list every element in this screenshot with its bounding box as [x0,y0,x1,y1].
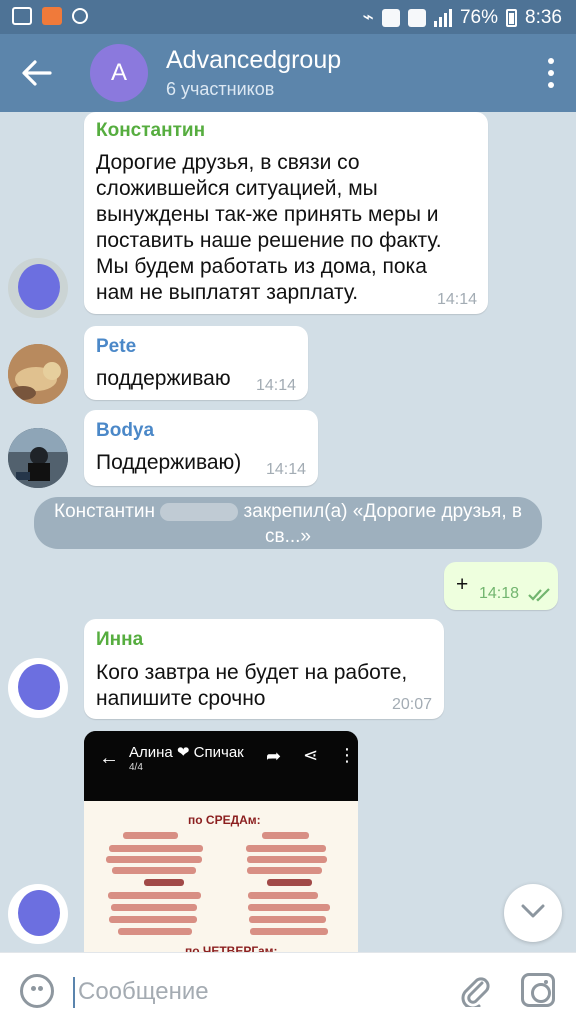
back-arrow-icon: ← [99,747,119,769]
menu-line [249,916,326,923]
camera-icon[interactable] [521,973,555,1007]
menu-line [109,845,203,852]
chevron-down-icon [521,904,545,918]
system-indicators: ⌁ 76% 8:36 [363,6,562,29]
message-text: Кого завтра не будет на работе, напишите… [96,661,408,710]
menu-line [247,856,327,863]
menu-line [248,904,330,911]
message-input[interactable]: Сообщение [78,978,209,1006]
status-time: 8:36 [525,6,562,28]
sender-name: Pete [96,336,137,357]
read-receipt-icon [528,588,550,602]
message-bubble[interactable]: Bodya Поддерживаю) 14:14 [84,410,318,486]
menu-line [250,928,328,935]
menu-line [267,879,312,886]
image-author: Алина ❤ Спичак [129,744,244,761]
sender-name: Bodya [96,420,155,441]
menu-line [248,892,318,899]
menu-line [108,892,201,899]
message-time: 20:07 [392,696,433,713]
odnoklassniki-icon [42,7,62,25]
signal-icon [433,8,452,27]
person-photo-icon [8,428,68,488]
menu-line [123,832,178,839]
avatar[interactable] [8,428,68,488]
message-text: Дорогие друзья, в связи со сложившейся с… [96,151,442,304]
menu-line [106,856,202,863]
message-time: 14:14 [266,461,307,478]
pinned-message-notice[interactable]: Константин закрепил(а) «Дорогие друзья, … [34,497,542,549]
sim-icon [407,8,426,27]
sync-icon [72,8,88,24]
battery-percent: 76% [459,6,499,28]
system-text: закрепил(а) «Дорогие друзья, в св...» [243,501,522,547]
message-text: + [456,573,469,596]
status-bar: ⌁ 76% 8:36 [0,0,576,34]
members-count: 6 участников [166,79,275,99]
menu-line [118,928,192,935]
menu-line [247,867,322,874]
gallery-icon [12,7,32,25]
message-time: 14:14 [437,291,478,308]
more-options-icon: ⋮ [338,745,356,765]
sender-name: Константин [96,120,206,141]
more-options-icon[interactable] [544,58,558,88]
forward-icon: ➦ [266,746,282,766]
outgoing-message[interactable]: + 14:18 [444,562,558,610]
image-message[interactable]: ← Алина ❤ Спичак 4/4 ➦ ⋖ ⋮ по СРЕДАм: по… [84,731,358,952]
menu-heading: по СРЕДАм: [188,813,261,827]
menu-line [144,879,184,886]
share-icon: ⋖ [303,745,319,765]
food-menu-image: по СРЕДАм: по ЧЕТВЕРГам: [84,801,358,952]
chat-header: A Advancedgroup 6 участников [0,34,576,112]
avatar[interactable] [8,258,68,318]
message-text: поддерживаю [96,367,231,390]
group-avatar[interactable]: A [90,44,148,102]
message-bubble[interactable]: Константин Дорогие друзья, в связи со сл… [84,112,488,314]
notification-icons [12,7,88,25]
battery-icon [506,8,518,27]
system-user: Константин [54,501,155,522]
message-bubble[interactable]: Pete поддерживаю 14:14 [84,326,308,400]
animal-photo-icon [8,344,68,404]
menu-line [246,845,326,852]
avatar[interactable] [8,658,68,718]
message-bubble[interactable]: Инна Кого завтра не будет на работе, нап… [84,619,444,719]
menu-heading: по ЧЕТВЕРГам: [185,944,278,952]
image-count: 4/4 [129,762,143,773]
call-icon [381,8,400,27]
message-time: 14:18 [479,585,520,602]
scroll-down-button[interactable] [504,884,562,942]
menu-line [111,904,197,911]
avatar[interactable] [8,344,68,404]
message-list[interactable]: Константин Дорогие друзья, в связи со сл… [0,112,576,952]
back-arrow-icon[interactable] [18,56,56,90]
menu-line [262,832,309,839]
message-text: Поддерживаю) [96,451,242,474]
image-header: ← Алина ❤ Спичак 4/4 ➦ ⋖ ⋮ [84,731,358,801]
message-input-bar: Сообщение [0,952,576,1024]
avatar[interactable] [8,884,68,944]
sender-name: Инна [96,629,144,650]
attachment-icon[interactable] [458,973,490,1007]
menu-line [112,867,196,874]
wifi-icon: ⌁ [362,7,374,28]
text-cursor [73,977,75,1008]
menu-line [109,916,197,923]
chat-title[interactable]: Advancedgroup [166,46,341,75]
redacted-name [160,502,239,521]
emoji-icon[interactable] [20,974,54,1008]
message-time: 14:14 [256,377,297,394]
